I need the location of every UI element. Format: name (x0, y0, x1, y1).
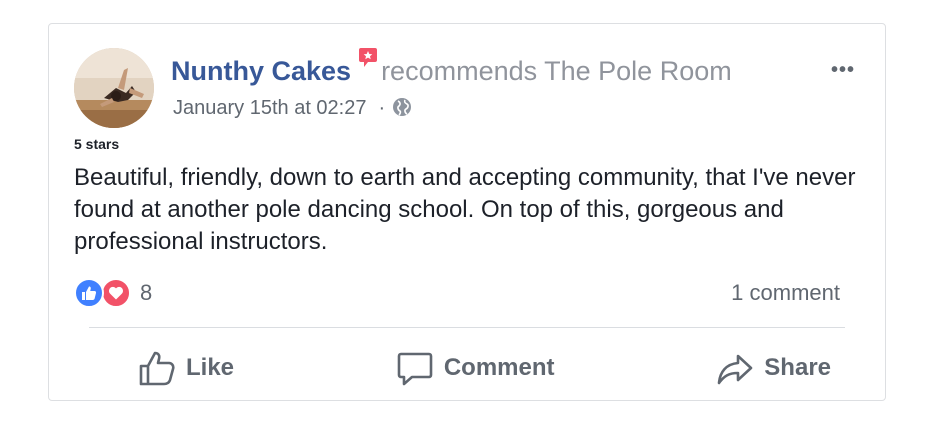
comment-count-link[interactable]: 1 comment (731, 279, 840, 307)
like-button[interactable]: Like (138, 346, 234, 390)
post-header: Nunthy Cakes recommends The Pole Room (171, 48, 732, 88)
love-icon (101, 278, 131, 308)
like-icon (74, 278, 104, 308)
recommendation-text: recommends The Pole Room (381, 56, 732, 86)
divider (89, 327, 845, 328)
share-icon (717, 354, 753, 385)
share-button[interactable]: Share (716, 346, 831, 390)
rating-label: 5 stars (74, 136, 120, 152)
globe-icon[interactable] (392, 97, 412, 117)
avatar[interactable] (74, 48, 154, 128)
post-body: Beautiful, friendly, down to earth and a… (74, 164, 856, 255)
post-meta: January 15th at 02:27 · (173, 96, 412, 120)
reaction-count: 8 (140, 280, 153, 305)
comment-icon (397, 352, 433, 386)
author-name[interactable]: Nunthy Cakes (171, 56, 351, 86)
comment-button[interactable]: Comment (396, 346, 555, 390)
like-label: Like (186, 354, 235, 381)
reactions-summary[interactable]: 8 (74, 278, 152, 308)
action-bar: Like Comment Share (89, 346, 845, 390)
post-card: Nunthy Cakes recommends The Pole Room •••… (48, 23, 886, 401)
avatar-photo (74, 48, 154, 128)
post-timestamp[interactable]: January 15th at 02:27 (173, 97, 366, 119)
comment-label: Comment (443, 354, 555, 381)
recommend-icon (359, 42, 378, 67)
meta-separator: · (378, 97, 386, 119)
share-label: Share (764, 354, 831, 381)
more-options-button[interactable]: ••• (831, 60, 855, 80)
thumbs-up-icon (139, 351, 175, 386)
